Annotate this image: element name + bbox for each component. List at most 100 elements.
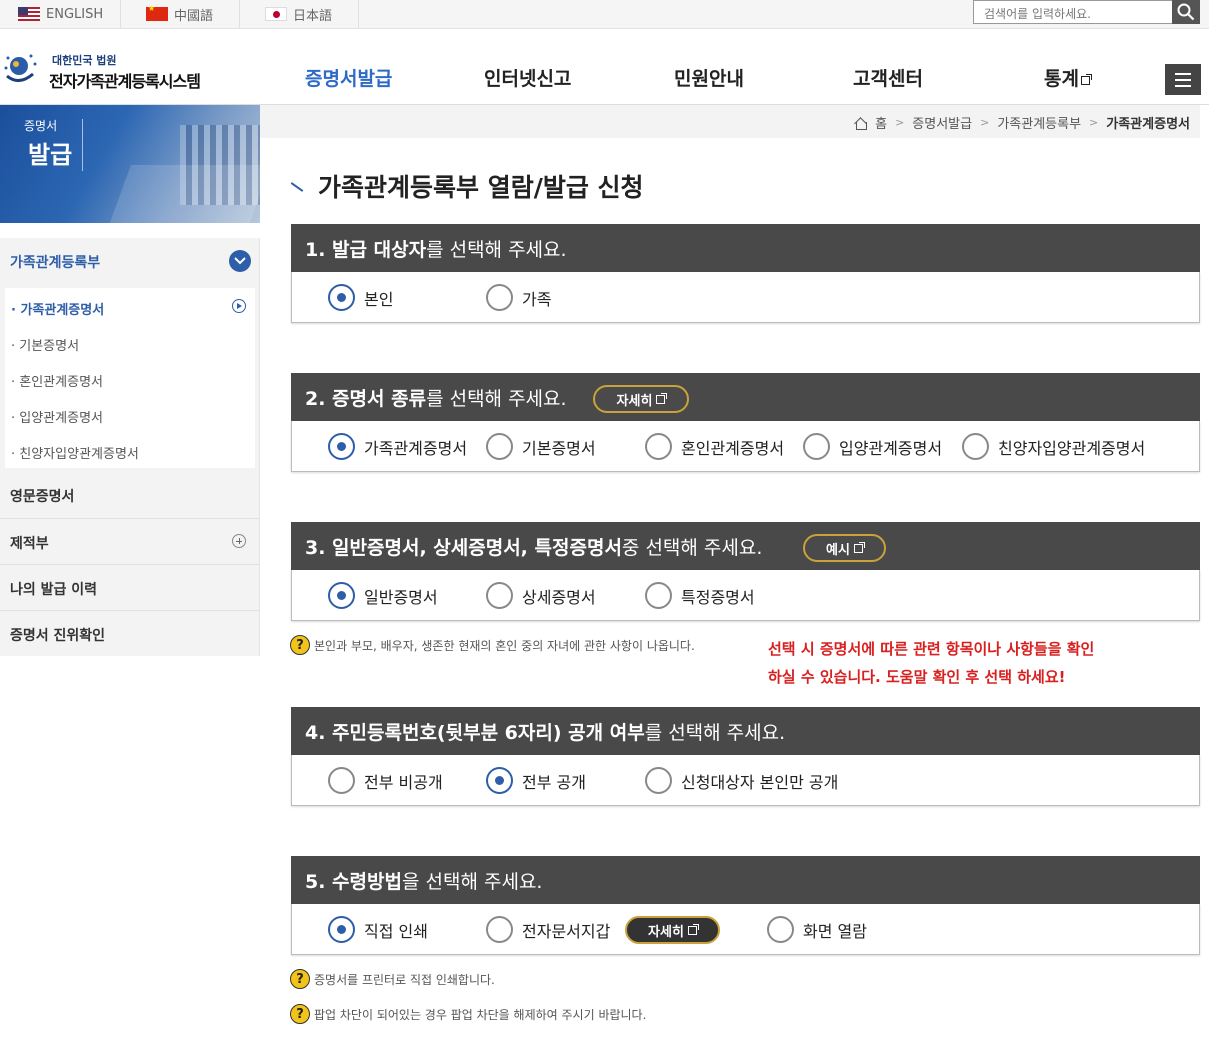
section-1-subtitle: 를 선택해 주세요. [426,238,567,261]
gnb-civil-guide[interactable]: 민원안내 [674,64,744,91]
section-2-options: 가족관계증명서 기본증명서 혼인관계증명서 입양관계증명서 친양자입양관계증명서 [291,421,1200,472]
us-flag-icon [18,7,40,21]
gnb-statistics[interactable]: 통계 [1044,64,1092,91]
radio-label: 본인 [364,289,394,309]
lnb-sub-full-adoption[interactable]: · 친양자입양관계증명서 [11,443,139,462]
external-link-icon [687,923,699,935]
radio-full-adoption-cert[interactable]: 친양자입양관계증명서 [962,433,1145,460]
external-link-icon [853,541,865,553]
menu-button[interactable] [1165,64,1201,95]
radio-e-wallet[interactable]: 전자문서지갑 [486,916,610,943]
lnb-sub-label: 기본증명서 [19,339,80,354]
banner-text-small: 증명서 [24,119,58,133]
title-mark-icon [290,182,304,192]
warning-line: 하실 수 있습니다. 도움말 확인 후 선택 하세요! [768,668,1066,686]
lnb-sub-basic[interactable]: · 기본증명서 [11,335,79,354]
search-input[interactable]: 검색어를 입력하세요. [973,0,1173,24]
cert-example-button[interactable]: 예시 [803,534,886,562]
breadcrumb-level2[interactable]: 가족관계등록부 [997,113,1081,132]
radio-label: 특정증명서 [681,587,755,607]
section-4-options: 전부 비공개 전부 공개 신청대상자 본인만 공개 [291,755,1200,806]
radio-marriage-cert[interactable]: 혼인관계증명서 [645,433,784,460]
radio-specific-cert[interactable]: 특정증명서 [645,582,755,609]
radio-family[interactable]: 가족 [486,284,551,311]
chevron-right-icon: > [895,116,905,129]
lnb-issue-history[interactable]: 나의 발급 이력 [0,564,259,610]
site-logo[interactable]: 대한민국 법원 전자가족관계등록시스템 [3,50,223,94]
lang-japanese[interactable]: 日本語 [240,0,359,28]
cn-flag-icon [146,4,168,21]
radio-self-only-public[interactable]: 신청대상자 본인만 공개 [645,767,838,794]
radio-family-relation-cert[interactable]: 가족관계증명서 [328,433,467,460]
lnb-family-register[interactable]: 가족관계등록부 [0,238,259,284]
radio-label: 기본증명서 [522,438,596,458]
e-wallet-detail-button[interactable]: 자세히 [625,916,720,944]
radio-unchecked-icon [767,916,794,943]
lnb-sub-family-relation[interactable]: · 가족관계증명서 [11,299,104,318]
radio-all-public[interactable]: 전부 공개 [486,767,586,794]
chevron-down-icon[interactable] [229,250,251,272]
radio-label: 신청대상자 본인만 공개 [681,772,839,792]
radio-unchecked-icon [803,433,830,460]
radio-unchecked-icon [645,582,672,609]
radio-screen-view[interactable]: 화면 열람 [767,916,867,943]
banner-divider [82,119,83,171]
radio-self[interactable]: 본인 [328,284,393,311]
side-navigation: 가족관계등록부 · 가족관계증명서 · 기본증명서 · 혼인관계증명서 · 입양… [0,238,260,656]
lnb-english-cert[interactable]: 영문증명서 [0,472,259,518]
gnb-customer-center[interactable]: 고객센터 [853,64,923,91]
radio-direct-print[interactable]: 직접 인쇄 [328,916,428,943]
desk-illustration [109,165,260,223]
home-icon[interactable] [854,117,868,130]
help-text: 팝업 차단이 되어있는 경우 팝업 차단을 해제하여 주시기 바랍니다. [314,1007,647,1022]
section-2-title: 2. 증명서 종류 [305,387,427,410]
gnb-certificate[interactable]: 증명서발급 [305,64,392,91]
section-3-header: 3. 일반증명서, 상세증명서, 특정증명서 중 선택해 주세요. [291,522,1200,570]
question-icon: ? [290,969,310,989]
lnb-sub-adoption[interactable]: · 입양관계증명서 [11,407,103,426]
section-5-options: 직접 인쇄 전자문서지갑 화면 열람 [291,904,1200,955]
breadcrumb-home[interactable]: 홈 [875,113,887,132]
radio-basic-cert[interactable]: 기본증명서 [486,433,596,460]
help-text: 증명서를 프린터로 직접 인쇄합니다. [314,972,495,987]
section-4-subtitle: 를 선택해 주세요. [644,721,786,744]
search-icon [1177,3,1195,21]
radio-all-hidden[interactable]: 전부 비공개 [328,767,443,794]
language-bar: ENGLISH 中國語 日本語 검색어를 입력하세요. [0,0,1209,29]
lang-chinese[interactable]: 中國語 [121,0,240,28]
breadcrumb: 홈 > 증명서발급 > 가족관계등록부 > 가족관계증명서 [854,113,1190,132]
lnb-sub-marriage[interactable]: · 혼인관계증명서 [11,371,103,390]
radio-checked-icon [328,916,355,943]
cert-type-detail-button[interactable]: 자세히 [593,385,689,413]
lnb-verify[interactable]: 증명서 진위확인 [0,610,259,656]
lnb-item-label: 나의 발급 이력 [10,582,98,598]
radio-detailed-cert[interactable]: 상세증명서 [486,582,596,609]
button-label: 예시 [826,542,850,558]
search-button[interactable] [1172,0,1200,24]
logo-title: 전자가족관계등록시스템 [49,72,201,91]
button-label: 자세히 [616,393,653,409]
breadcrumb-level1[interactable]: 증명서발급 [912,113,972,132]
radio-general-cert[interactable]: 일반증명서 [328,582,438,609]
lnb-removed-register[interactable]: 제적부 [0,518,259,564]
question-icon: ? [290,1004,310,1024]
radio-unchecked-icon [486,916,513,943]
radio-label: 입양관계증명서 [839,438,943,458]
radio-unchecked-icon [486,433,513,460]
section-3-subtitle: 중 선택해 주세요. [621,536,763,559]
lang-english[interactable]: ENGLISH [0,0,121,28]
radio-checked-icon [328,433,355,460]
section-5-header: 5. 수령방법 을 선택해 주세요. [291,856,1200,904]
lang-label: ENGLISH [46,6,104,22]
breadcrumb-bar: 홈 > 증명서발급 > 가족관계등록부 > 가족관계증명서 [260,105,1200,138]
gnb-internet-report[interactable]: 인터넷신고 [484,64,571,91]
radio-adoption-cert[interactable]: 입양관계증명서 [803,433,942,460]
plus-circle-icon [232,534,246,548]
section-3-options: 일반증명서 상세증명서 특정증명서 [291,570,1200,621]
radio-label: 전부 비공개 [364,772,443,792]
banner-text-large: 발급 [28,140,73,169]
lnb-item-label: 제적부 [10,536,49,552]
radio-label: 전자문서지갑 [522,921,611,941]
button-label: 자세히 [648,924,684,940]
lnb-submenu: · 가족관계증명서 · 기본증명서 · 혼인관계증명서 · 입양관계증명서 · … [5,288,255,468]
